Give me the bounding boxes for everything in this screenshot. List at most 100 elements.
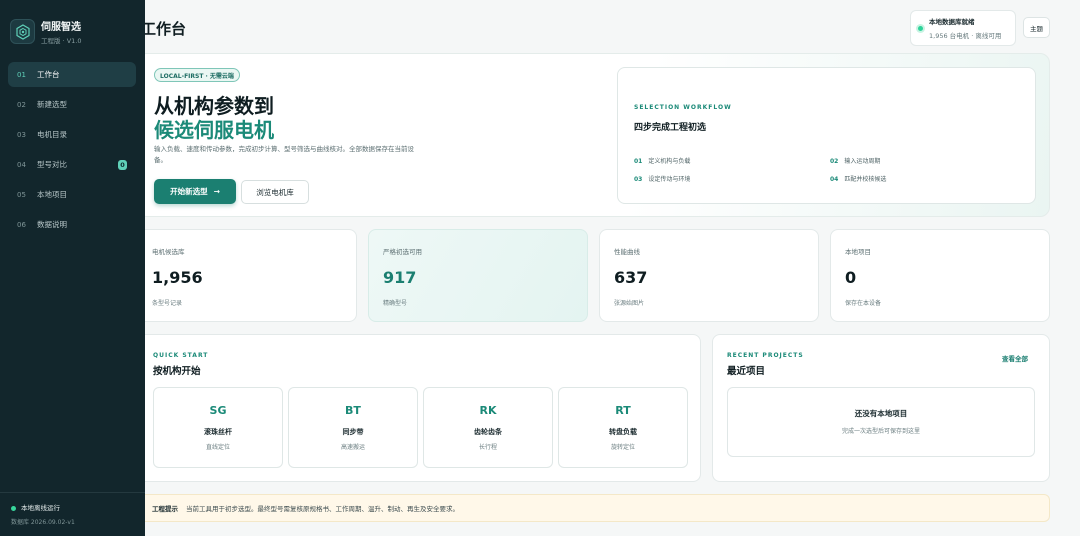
workflow-step: 03 设定传动与环境 [634,174,690,183]
stat-sub: 张源始图片 [614,300,645,307]
theme-button[interactable]: 主题 [1023,17,1050,38]
recent-projects-eyebrow: RECENT PROJECTS [727,352,804,359]
stat-card-local-projects: 本地项目 0 保存在本设备 [830,229,1050,322]
qs-desc: 旋转定位 [610,444,635,451]
quick-start-timing-belt[interactable]: BT 同步带 高速搬运 [288,387,418,468]
nav-label: 新建选型 [37,100,67,109]
qs-name: 齿轮齿条 [474,428,502,436]
stat-sub: 保存在本设备 [845,300,882,307]
nav-label: 工作台 [37,70,60,79]
tip-text: 当前工具用于初步选型。最终型号需复核原规格书、工作周期、温升、制动、再生及安全要… [186,505,459,513]
workflow-step: 04 匹配并校核候选 [830,174,886,183]
nav-num: 03 [17,130,26,139]
stat-label: 电机候选库 [152,248,185,256]
workflow-title: 四步完成工程初选 [634,123,707,133]
qs-name: 转盘负载 [609,428,637,436]
app-logo-icon [10,19,35,44]
page-title: 工作台 [141,20,187,38]
engineering-tip-bar: 工程提示 当前工具用于初步选型。最终型号需复核原规格书、工作周期、温升、制动、再… [137,494,1050,522]
hero-description: 输入负载、速度和传动参数，完成初步计算、型号筛选与曲线核对。全部数据保存在当前设… [154,145,414,164]
sidebar: 伺服智选 工程版 · V1.0 01 工作台 02 新建选型 03 电机目录 0… [0,0,145,536]
recent-projects-title: 最近项目 [727,366,766,377]
db-status-card: 本地数据库就绪 1,956 台电机 · 离线可用 [910,10,1016,46]
stat-sub: 条型号记录 [152,300,183,307]
nav-num: 06 [17,220,26,229]
stat-sub: 精确型号 [383,300,408,307]
step-label: 输入运动周期 [844,158,881,165]
nav-item-data-notes[interactable]: 06 数据说明 [8,212,136,237]
db-status-sub: 1,956 台电机 · 离线可用 [929,32,1002,40]
status-dot-icon [918,26,923,31]
stat-value: 1,956 [152,268,203,287]
hero-panel: LOCAL-FIRST · 无需云端 从机构参数到 候选伺服电机 输入负载、速度… [137,53,1050,217]
start-selection-button[interactable]: 开始新选型 → [154,179,236,204]
workflow-step: 01 定义机构与负载 [634,156,690,165]
step-label: 定义机构与负载 [648,158,691,165]
stat-card-motor-library: 电机候选库 1,956 条型号记录 [137,229,357,322]
recent-projects-panel: RECENT PROJECTS 最近项目 查看全部 还没有本地项目 完成一次选型… [712,334,1050,482]
quick-start-panel: QUICK START 按机构开始 SG 滚珠丝杆 直线定位 BT 同步带 高速… [137,334,701,482]
sidebar-divider [0,492,145,493]
quick-start-title: 按机构开始 [153,366,201,377]
stat-card-strict-available: 严格初选可用 917 精确型号 [368,229,588,322]
db-status-title: 本地数据库就绪 [929,18,975,26]
qs-code: SG [209,404,227,417]
arrow-right-icon: → [213,187,220,196]
nav-item-dashboard[interactable]: 01 工作台 [8,62,136,87]
step-num: 01 [634,158,643,165]
nav-num: 04 [17,160,26,169]
qs-code: RK [479,404,497,417]
compare-count-badge: 0 [118,160,127,170]
app-version: 工程版 · V1.0 [41,37,82,45]
db-version: 数据库 2026.09.02-v1 [11,519,75,526]
local-first-badge: LOCAL-FIRST · 无需云端 [154,68,240,82]
step-num: 02 [830,158,839,165]
stat-label: 本地项目 [845,248,871,256]
empty-state: 还没有本地项目 完成一次选型后可保存到这里 [727,387,1035,457]
workflow-card: SELECTION WORKFLOW 四步完成工程初选 01 定义机构与负载 02… [617,67,1036,204]
stat-value: 637 [614,268,648,287]
step-num: 04 [830,176,839,183]
browse-motors-button[interactable]: 浏览电机库 [241,180,309,204]
nav-num: 01 [17,70,26,79]
view-all-link[interactable]: 查看全部 [1002,353,1028,363]
qs-desc: 长行程 [478,444,497,451]
offline-status-label: 本地离线运行 [21,504,60,512]
quick-start-eyebrow: QUICK START [153,352,209,359]
nav-item-local-projects[interactable]: 05 本地项目 [8,182,136,207]
qs-desc: 高速搬运 [340,444,365,451]
nav-label: 数据说明 [37,220,67,229]
hero-title-line2: 候选伺服电机 [154,118,274,142]
nav-item-motor-catalog[interactable]: 03 电机目录 [8,122,136,147]
workflow-step: 02 输入运动周期 [830,156,880,165]
stat-value: 917 [383,268,417,287]
quick-start-rack-pinion[interactable]: RK 齿轮齿条 长行程 [423,387,553,468]
qs-code: BT [345,404,361,417]
nav-num: 02 [17,100,26,109]
empty-state-title: 还没有本地项目 [854,409,908,418]
qs-desc: 直线定位 [205,444,230,451]
step-num: 03 [634,176,643,183]
stat-label: 性能曲线 [614,248,640,256]
quick-start-rotary-table[interactable]: RT 转盘负载 旋转定位 [558,387,688,468]
empty-state-sub: 完成一次选型后可保存到这里 [841,428,920,435]
app-name: 伺服智选 [41,22,81,33]
qs-name: 同步带 [342,428,364,436]
start-selection-label: 开始新选型 [170,187,208,196]
stat-value: 0 [845,268,857,287]
step-label: 设定传动与环境 [648,176,691,183]
nav-label: 本地项目 [37,190,67,199]
stat-label: 严格初选可用 [383,248,422,256]
offline-status: 本地离线运行 [11,502,60,512]
nav-label: 电机目录 [37,130,67,139]
step-label: 匹配并校核候选 [844,176,887,183]
quick-start-ball-screw[interactable]: SG 滚珠丝杆 直线定位 [153,387,283,468]
online-dot-icon [11,505,16,511]
nav-item-compare[interactable]: 04 型号对比 0 [8,152,136,177]
main-area: 工作台 本地数据库就绪 1,956 台电机 · 离线可用 主题 LOCAL-FI… [0,0,1080,536]
nav-label: 型号对比 [37,160,67,169]
stat-card-performance-curves: 性能曲线 637 张源始图片 [599,229,819,322]
nav-item-new-selection[interactable]: 02 新建选型 [8,92,136,117]
tip-label: 工程提示 [152,505,178,513]
qs-name: 滚珠丝杆 [204,428,232,436]
